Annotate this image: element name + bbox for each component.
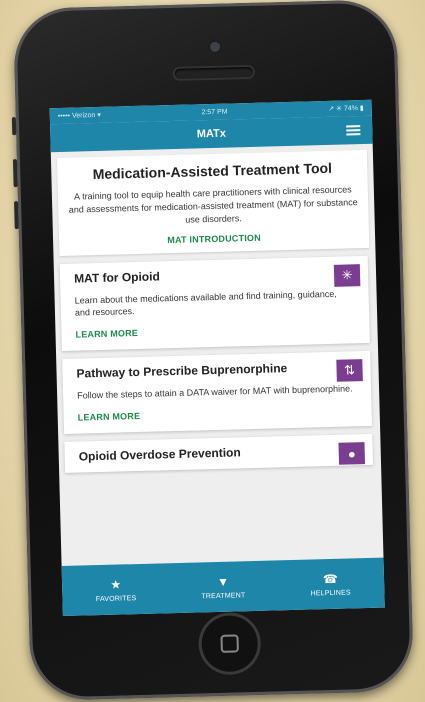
carrier-label: ••••• Verizon ▾ xyxy=(57,111,101,120)
tab-label: FAVORITES xyxy=(95,594,137,603)
card-description: Learn about the medications available an… xyxy=(74,288,337,318)
pill-icon: ● xyxy=(338,442,366,465)
card-mat-for-opioid[interactable]: MAT for Opioid ✳ Learn about the medicat… xyxy=(59,255,370,351)
hamburger-menu-icon[interactable] xyxy=(346,125,361,136)
clock: 2:57 PM xyxy=(201,108,228,116)
pathway-icon: ⇅ xyxy=(336,359,363,382)
star-icon: ★ xyxy=(110,577,122,592)
card-opioid-overdose-prevention[interactable]: Opioid Overdose Prevention ● xyxy=(64,433,374,473)
tab-label: HELPLINES xyxy=(310,588,351,598)
mat-introduction-link[interactable]: MAT INTRODUCTION xyxy=(69,230,359,248)
card-title: MAT for Opioid xyxy=(73,269,161,286)
app-title: MATx xyxy=(196,127,227,141)
intro-description: A training tool to equip health care pra… xyxy=(68,184,358,225)
silent-switch xyxy=(11,117,17,136)
front-camera xyxy=(209,41,221,52)
home-button[interactable] xyxy=(200,614,259,673)
earpiece-speaker xyxy=(174,66,253,79)
bottom-tab-bar: ★ FAVORITES ▼ TREATMENT ☎ HELPLINES xyxy=(61,557,385,617)
card-pathway-buprenorphine[interactable]: Pathway to Prescribe Buprenorphine ⇅ Fol… xyxy=(62,350,373,434)
intro-panel: Medication-Assisted Treatment Tool A tra… xyxy=(56,149,370,256)
snowflake-icon: ✳ xyxy=(333,264,361,287)
volume-up-button xyxy=(12,159,18,188)
location-pin-icon: ▼ xyxy=(216,574,230,589)
learn-more-link[interactable]: LEARN MORE xyxy=(75,328,138,340)
tab-favorites[interactable]: ★ FAVORITES xyxy=(66,576,167,604)
tab-helplines[interactable]: ☎ HELPLINES xyxy=(280,570,381,598)
home-square-icon xyxy=(220,634,239,653)
tab-label: TREATMENT xyxy=(201,591,246,600)
card-title: Pathway to Prescribe Buprenorphine xyxy=(76,361,288,381)
card-title: Opioid Overdose Prevention xyxy=(78,445,241,464)
intro-title: Medication-Assisted Treatment Tool xyxy=(92,159,333,183)
learn-more-link[interactable]: LEARN MORE xyxy=(78,411,141,423)
card-description: Follow the steps to attain a DATA waiver… xyxy=(77,383,353,401)
phone-icon: ☎ xyxy=(322,571,338,586)
phone-screen: ••••• Verizon ▾ 2:57 PM ↗ ✳ 74% ▮ MATx M… xyxy=(49,99,385,617)
battery-indicator: ↗ ✳ 74% ▮ xyxy=(328,104,364,113)
tab-treatment[interactable]: ▼ TREATMENT xyxy=(173,573,274,601)
phone-frame: ••••• Verizon ▾ 2:57 PM ↗ ✳ 74% ▮ MATx M… xyxy=(11,0,414,701)
volume-down-button xyxy=(14,201,19,230)
